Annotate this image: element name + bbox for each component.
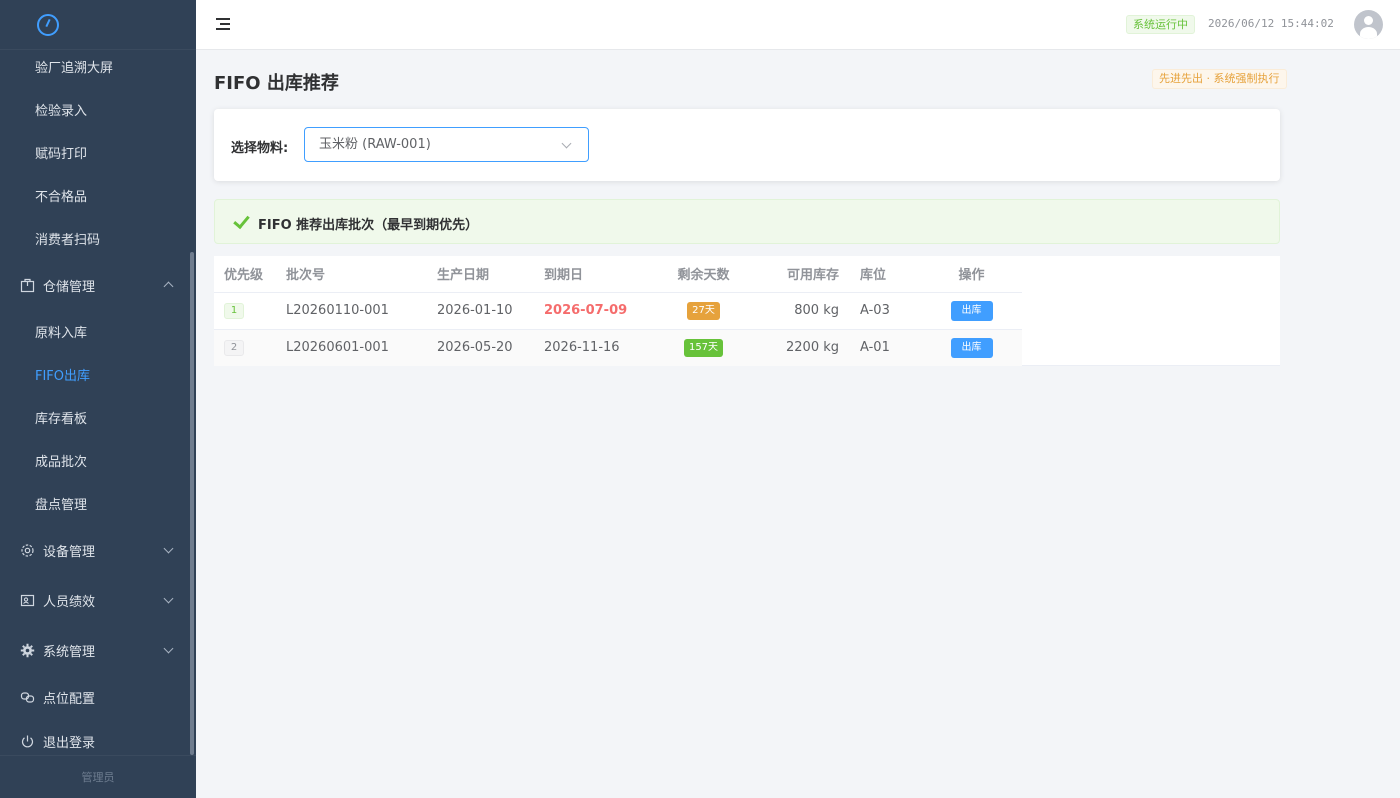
col-header-days-left[interactable]: 剩余天数 xyxy=(652,256,755,293)
col-header-expires[interactable]: 到期日 xyxy=(544,256,652,293)
sidebar-item-factory-screen[interactable]: 验厂追溯大屏 xyxy=(0,45,196,88)
production-date: 2026-05-20 xyxy=(437,329,544,366)
priority-badge: 2 xyxy=(224,340,244,357)
chevron-down-icon xyxy=(163,593,174,604)
days-left-badge: 27天 xyxy=(687,301,720,320)
sidebar-item-label: 消费者扫码 xyxy=(35,233,101,248)
chevron-down-icon xyxy=(163,643,174,654)
sidebar-item-label: 盘点管理 xyxy=(35,498,88,513)
batch-number: L20260110-001 xyxy=(286,292,437,330)
sidebar-item-inspection[interactable]: 检验录入 xyxy=(0,88,196,131)
storage-location: A-03 xyxy=(841,292,921,330)
sidebar-item-consumer-scan[interactable]: 消费者扫码 xyxy=(0,217,196,260)
system-status-badge: 系统运行中 xyxy=(1126,15,1195,34)
sidebar-group-label: 人员绩效 xyxy=(43,594,96,610)
page-title: FIFO 出库推荐 xyxy=(214,73,339,94)
fifo-recommend-alert: FIFO 推荐出库批次（最早到期优先） xyxy=(214,199,1280,244)
sidebar-group-warehouse[interactable]: 仓储管理 xyxy=(0,260,196,310)
priority-badge: 1 xyxy=(224,303,244,319)
material-select[interactable]: 玉米粉 (RAW-001) xyxy=(304,127,589,162)
material-select-value: 玉米粉 (RAW-001) xyxy=(319,137,431,152)
sidebar-item-label: 验厂追溯大屏 xyxy=(35,61,114,76)
sidebar-logo[interactable] xyxy=(0,0,196,50)
sidebar-item-inventory-board[interactable]: 库存看板 xyxy=(0,396,196,439)
gear-icon xyxy=(20,543,35,558)
sidebar-item-raw-inbound[interactable]: 原料入库 xyxy=(0,310,196,353)
col-header-priority[interactable]: 优先级 xyxy=(214,256,286,293)
col-header-stock[interactable]: 可用库存 xyxy=(755,256,841,293)
sidebar-group-equipment[interactable]: 设备管理 xyxy=(0,525,196,575)
user-avatar-icon[interactable] xyxy=(1354,10,1383,39)
top-header: 系统运行中 2026/06/12 15:44:02 xyxy=(196,0,1400,50)
sidebar-item-fifo-outbound[interactable]: FIFO出库 xyxy=(0,353,196,396)
batch-table: 优先级 批次号 生产日期 到期日 剩余天数 可用库存 库位 操作 1 L2026… xyxy=(214,256,1280,366)
sidebar-scrollbar[interactable] xyxy=(190,252,194,755)
check-icon xyxy=(232,213,244,231)
table-header-row: 优先级 批次号 生产日期 到期日 剩余天数 可用库存 库位 操作 xyxy=(214,256,1022,293)
material-select-label: 选择物料: xyxy=(231,141,289,156)
sidebar-group-performance[interactable]: 人员绩效 xyxy=(0,575,196,625)
sidebar-menu: 验厂追溯大屏 检验录入 赋码打印 不合格品 消费者扫码 仓储管理 原料入库 FI… xyxy=(0,45,196,762)
sidebar-footer-user: 管理员 xyxy=(0,755,196,798)
sidebar-item-label: 退出登录 xyxy=(43,735,96,751)
col-header-produced[interactable]: 生产日期 xyxy=(437,256,544,293)
sidebar-item-label: 点位配置 xyxy=(43,692,96,707)
table-row[interactable]: 1 L20260110-001 2026-01-10 2026-07-09 27… xyxy=(214,292,1022,330)
sidebar-group-label: 设备管理 xyxy=(43,544,96,560)
datetime-display: 2026/06/12 15:44:02 xyxy=(1208,17,1334,30)
sidebar-item-point-config[interactable]: 点位配置 xyxy=(0,675,196,720)
sidebar-group-label: 仓储管理 xyxy=(43,279,96,295)
available-stock: 2200 kg xyxy=(755,329,841,366)
expiry-date: 2026-07-09 xyxy=(544,303,628,318)
link-icon xyxy=(20,690,35,705)
sidebar-item-label: 赋码打印 xyxy=(35,147,88,162)
sidebar-item-code-print[interactable]: 赋码打印 xyxy=(0,131,196,174)
sidebar-item-product-batch[interactable]: 成品批次 xyxy=(0,439,196,482)
sidebar-item-label: 成品批次 xyxy=(35,455,88,470)
table-row[interactable]: 2 L20260601-001 2026-05-20 2026-11-16 15… xyxy=(214,329,1022,366)
expiry-date: 2026-11-16 xyxy=(544,329,652,366)
sidebar-group-label: 系统管理 xyxy=(43,644,96,660)
col-header-action: 操作 xyxy=(921,256,1022,293)
cog-filled-icon xyxy=(20,643,35,658)
user-card-icon xyxy=(20,593,35,608)
batch-number: L20260601-001 xyxy=(286,329,437,366)
sidebar: 验厂追溯大屏 检验录入 赋码打印 不合格品 消费者扫码 仓储管理 原料入库 FI… xyxy=(0,0,196,798)
chevron-up-icon xyxy=(163,281,174,292)
outbound-button[interactable]: 出库 xyxy=(950,337,993,358)
days-left-badge: 157天 xyxy=(683,338,724,357)
package-icon xyxy=(20,278,35,293)
sidebar-item-label: 库存看板 xyxy=(35,412,88,427)
sidebar-item-label: 检验录入 xyxy=(35,104,88,119)
available-stock: 800 kg xyxy=(755,292,841,330)
gauge-icon xyxy=(37,13,59,36)
fifo-rule-badge: 先进先出 · 系统强制执行 xyxy=(1152,69,1287,89)
outbound-button[interactable]: 出库 xyxy=(950,300,993,321)
sidebar-item-label: 原料入库 xyxy=(35,326,88,341)
sidebar-group-system[interactable]: 系统管理 xyxy=(0,625,196,675)
alert-title: FIFO 推荐出库批次（最早到期优先） xyxy=(258,218,479,233)
chevron-down-icon xyxy=(561,138,572,149)
chevron-down-icon xyxy=(163,543,174,554)
sidebar-item-stocktake[interactable]: 盘点管理 xyxy=(0,482,196,525)
sidebar-item-nonconforming[interactable]: 不合格品 xyxy=(0,174,196,217)
production-date: 2026-01-10 xyxy=(437,292,544,330)
sidebar-item-label: 不合格品 xyxy=(35,190,88,205)
storage-location: A-01 xyxy=(841,329,921,366)
material-select-card: 选择物料: 玉米粉 (RAW-001) xyxy=(214,109,1280,181)
col-header-location[interactable]: 库位 xyxy=(841,256,921,293)
hamburger-icon[interactable] xyxy=(216,18,230,30)
sidebar-item-label: FIFO出库 xyxy=(35,369,91,384)
power-icon xyxy=(20,734,35,749)
col-header-batch[interactable]: 批次号 xyxy=(286,256,437,293)
